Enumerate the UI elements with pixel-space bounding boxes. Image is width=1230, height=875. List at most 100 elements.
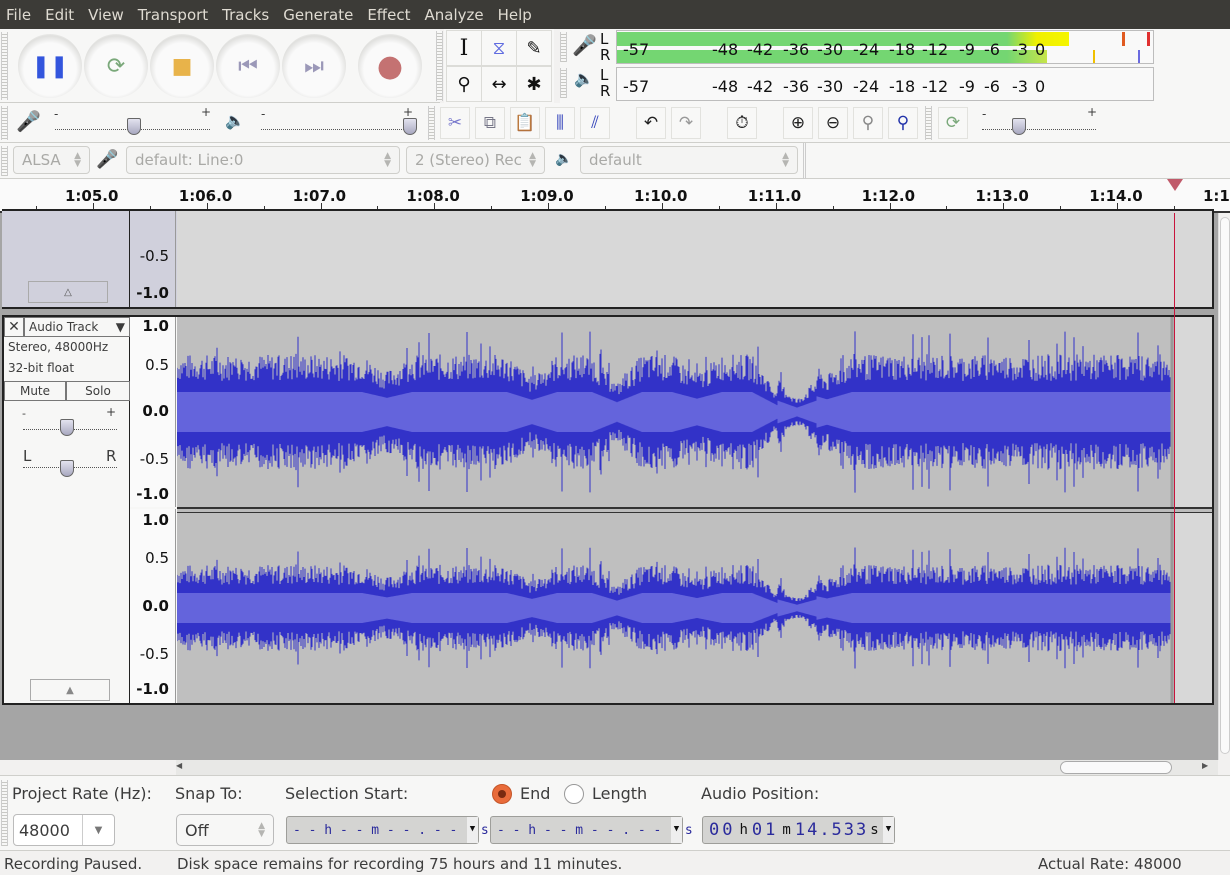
- ruler-time-label: 1:13.0: [975, 187, 1029, 205]
- paste-button[interactable]: 📋: [510, 107, 540, 139]
- fit-project-button[interactable]: ⚲: [888, 107, 918, 139]
- toolbar-grip[interactable]: [560, 32, 567, 62]
- length-radio-label[interactable]: Length: [592, 784, 647, 803]
- menu-help[interactable]: Help: [498, 6, 532, 24]
- zoom-out-button[interactable]: ⊖: [818, 107, 848, 139]
- playhead-marker-icon[interactable]: [1167, 179, 1183, 191]
- scroll-right-arrow-icon[interactable]: ▶: [1202, 761, 1216, 774]
- toolbar-grip[interactable]: [925, 106, 932, 140]
- playback-device-select[interactable]: default ▲ ▼: [580, 146, 798, 174]
- output-volume-thumb[interactable]: [403, 118, 417, 135]
- channels-select[interactable]: 2 (Stereo) Rec ▲ ▼: [406, 146, 545, 174]
- menu-generate[interactable]: Generate: [283, 6, 353, 24]
- audio-host-select[interactable]: ALSA ▲ ▼: [13, 146, 90, 174]
- loop-play-button[interactable]: ⟳: [84, 34, 148, 98]
- play-speed-thumb[interactable]: [1012, 118, 1026, 135]
- pause-icon: ❚❚: [31, 53, 69, 79]
- sync-lock-button[interactable]: ⏱: [727, 107, 757, 139]
- zoom-in-button[interactable]: ⊕: [783, 107, 813, 139]
- envelope-tool-button[interactable]: ⧖: [481, 30, 517, 66]
- meter-label-right: R: [600, 82, 611, 100]
- menu-view[interactable]: View: [88, 6, 124, 24]
- play-at-speed-button[interactable]: ⟳: [938, 107, 968, 139]
- position-minutes: 01: [751, 820, 779, 840]
- toolbar-grip[interactable]: [1, 146, 8, 176]
- dropdown-arrow-icon[interactable]: ▼: [671, 817, 682, 843]
- vruler-label: -1.0: [136, 485, 169, 503]
- skip-end-button[interactable]: ⏭: [282, 34, 346, 98]
- record-button[interactable]: ●: [358, 34, 422, 98]
- menu-analyze[interactable]: Analyze: [424, 6, 483, 24]
- dropdown-arrow-icon[interactable]: ▼: [82, 815, 114, 845]
- gain-slider-thumb[interactable]: [60, 419, 74, 436]
- fit-selection-button[interactable]: ⚲: [853, 107, 883, 139]
- speaker-icon[interactable]: 🔈: [574, 69, 594, 88]
- stop-button[interactable]: ■: [150, 34, 214, 98]
- collapse-track-button[interactable]: △: [28, 281, 108, 303]
- snap-to-select[interactable]: Off ▲ ▼: [176, 814, 274, 846]
- recording-device-select[interactable]: default: Line:0 ▲ ▼: [126, 146, 400, 174]
- horizontal-scrollbar[interactable]: ◀ ▶: [176, 760, 1218, 775]
- microphone-icon[interactable]: 🎤: [572, 33, 597, 57]
- speaker-icon: 🔈: [225, 111, 245, 130]
- toolbar-grip[interactable]: [1, 780, 8, 846]
- spin-arrows-icon: ▲ ▼: [529, 151, 536, 169]
- undo-button[interactable]: ↶: [636, 107, 666, 139]
- close-track-button[interactable]: ✕: [4, 317, 24, 337]
- menu-edit[interactable]: Edit: [45, 6, 74, 24]
- menu-file[interactable]: File: [6, 6, 31, 24]
- playback-device-value: default: [589, 151, 642, 169]
- meter-scale-label: -30: [817, 77, 844, 96]
- project-rate-combo[interactable]: 48000 ▼: [13, 814, 115, 846]
- draw-tool-button[interactable]: ✎: [516, 30, 552, 66]
- timeline-ruler[interactable]: 1:05.0 1:06.0 1:07.0 1:08.0 1:09.0 1:10.0 1:11…: [0, 179, 1230, 213]
- ruler-time-label: 1:05.0: [65, 187, 119, 205]
- track-name-menu[interactable]: Audio Track ▼: [24, 317, 130, 337]
- actual-rate: Actual Rate: 48000: [1038, 855, 1182, 873]
- waveform-left-channel[interactable]: [177, 317, 1212, 507]
- output-volume-slider[interactable]: [261, 129, 416, 130]
- toolbar-grip[interactable]: [1, 32, 8, 100]
- toolbar-grip[interactable]: [1, 106, 8, 140]
- copy-button[interactable]: ⧉: [475, 107, 505, 139]
- selection-start-time[interactable]: - - h - - m - - . - - - s ▼: [286, 816, 489, 844]
- selection-tool-button[interactable]: I: [446, 30, 482, 66]
- pause-button[interactable]: ❚❚: [18, 34, 82, 98]
- vertical-scrollbar-thumb[interactable]: [1220, 217, 1230, 754]
- toolbar-grip[interactable]: [436, 31, 443, 101]
- solo-button[interactable]: Solo: [66, 381, 130, 401]
- menu-tracks[interactable]: Tracks: [222, 6, 269, 24]
- multi-tool-button[interactable]: ✱: [516, 66, 552, 102]
- selection-end-time[interactable]: - - h - - m - - . - - - s ▼: [490, 816, 693, 844]
- dropdown-arrow-icon[interactable]: ▼: [883, 817, 894, 843]
- input-volume-thumb[interactable]: [127, 118, 141, 135]
- pan-slider-thumb[interactable]: [60, 460, 74, 477]
- collapse-track-button[interactable]: ▲: [30, 679, 110, 701]
- record-meter[interactable]: -57 -48 -42 -36 -30 -24 -18 -12 -9 -6 -3 0: [616, 30, 1154, 64]
- toolbar-grip[interactable]: [560, 68, 567, 98]
- trim-button[interactable]: ⫼: [545, 107, 575, 139]
- menu-effect[interactable]: Effect: [367, 6, 410, 24]
- vertical-scrollbar[interactable]: [1218, 213, 1230, 760]
- cut-button[interactable]: ✂: [440, 107, 470, 139]
- redo-button[interactable]: ↷: [671, 107, 701, 139]
- play-speed-slider[interactable]: [982, 129, 1096, 130]
- length-radio[interactable]: [564, 784, 584, 804]
- horizontal-scrollbar-thumb[interactable]: [1060, 761, 1172, 774]
- speaker-icon: 🔈: [555, 151, 573, 167]
- timeshift-tool-button[interactable]: ↔: [481, 66, 517, 102]
- zoom-tool-button[interactable]: ⚲: [446, 66, 482, 102]
- audio-position-time[interactable]: 00 h 01 m 14.533 s ▼: [702, 816, 895, 844]
- waveform-right-channel[interactable]: [177, 513, 1212, 703]
- toolbar-grip[interactable]: [428, 106, 435, 140]
- silence-button[interactable]: ⫽: [580, 107, 610, 139]
- mute-button[interactable]: Mute: [4, 381, 66, 401]
- dropdown-arrow-icon[interactable]: ▼: [467, 817, 478, 843]
- scroll-left-arrow-icon[interactable]: ◀: [176, 761, 190, 774]
- end-radio[interactable]: [492, 784, 512, 804]
- menu-transport[interactable]: Transport: [138, 6, 208, 24]
- skip-start-button[interactable]: ⏮: [216, 34, 280, 98]
- playback-meter[interactable]: -57 -48 -42 -36 -30 -24 -18 -12 -9 -6 -3 0: [616, 67, 1154, 101]
- previous-track-clip[interactable]: [177, 211, 1212, 307]
- end-radio-label[interactable]: End: [520, 784, 550, 803]
